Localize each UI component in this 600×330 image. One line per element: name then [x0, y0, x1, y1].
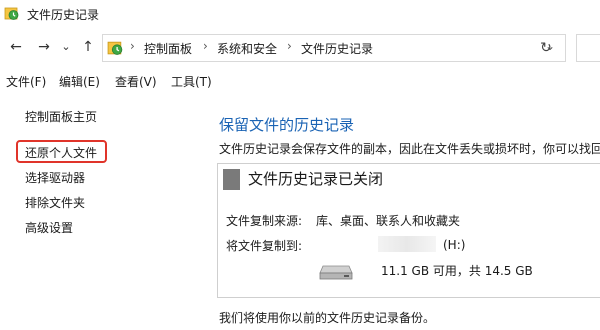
destination-label: 将文件复制到: [226, 239, 303, 253]
breadcrumb-separator[interactable]: › [203, 39, 208, 53]
sidebar-item-control-panel-home[interactable]: 控制面板主页 [25, 108, 97, 125]
navigation-bar: ← → ⌄ ↑ › 控制面板 › 系统和安全 › 文件历史记录 ⌄ ↻ [0, 29, 600, 65]
drive-name-redacted [378, 236, 436, 252]
breadcrumb-separator[interactable]: › [130, 39, 135, 53]
page-description: 文件历史记录会保存文件的副本，因此在文件丢失或损坏时，你可以找回 [219, 142, 600, 156]
breadcrumb-system-security[interactable]: 系统和安全 [217, 40, 277, 57]
menu-bar: 文件(F) 编辑(E) 查看(V) 工具(T) [0, 70, 600, 92]
sidebar-item-select-drive[interactable]: 选择驱动器 [25, 169, 85, 186]
sidebar: 控制面板主页 还原个人文件 选择驱动器 排除文件夹 高级设置 [0, 98, 200, 330]
breadcrumb-separator[interactable]: › [287, 39, 292, 53]
address-bar[interactable]: › 控制面板 › 系统和安全 › 文件历史记录 ⌄ [102, 34, 566, 62]
drive-name: (H:) [443, 238, 466, 252]
forward-icon[interactable]: → [34, 37, 54, 57]
sidebar-item-advanced-settings[interactable]: 高级设置 [25, 219, 73, 236]
status-header: 文件历史记录已关闭 [218, 164, 600, 195]
menu-file[interactable]: 文件(F) [6, 73, 46, 90]
source-value: 库、桌面、联系人和收藏夹 [316, 214, 461, 228]
source-label: 文件复制来源: [226, 214, 303, 228]
drive-icon [319, 265, 353, 280]
menu-edit[interactable]: 编辑(E) [59, 73, 100, 90]
back-icon[interactable]: ← [6, 37, 26, 57]
breadcrumb-file-history[interactable]: 文件历史记录 [301, 40, 373, 57]
breadcrumb-control-panel[interactable]: 控制面板 [144, 40, 192, 57]
file-history-icon [4, 7, 19, 20]
search-input[interactable] [576, 34, 600, 62]
sidebar-item-exclude-folders[interactable]: 排除文件夹 [25, 194, 85, 211]
window-title: 文件历史记录 [27, 8, 100, 22]
status-bar-icon [223, 169, 240, 190]
main-content: 保留文件的历史记录 文件历史记录会保存文件的副本，因此在文件丢失或损坏时，你可以… [200, 98, 600, 330]
up-icon[interactable]: ↑ [78, 37, 98, 57]
refresh-icon[interactable]: ↻ [536, 38, 556, 58]
menu-tools[interactable]: 工具(T) [171, 73, 212, 90]
status-title: 文件历史记录已关闭 [248, 170, 384, 188]
backup-note: 我们将使用你以前的文件历史记录备份。 [219, 311, 436, 325]
page-title: 保留文件的历史记录 [219, 116, 355, 134]
title-bar: 文件历史记录 [0, 0, 600, 28]
drive-space: 11.1 GB 可用，共 14.5 GB [381, 264, 533, 278]
file-history-location-icon [107, 41, 123, 55]
menu-view[interactable]: 查看(V) [115, 73, 157, 90]
recent-locations-icon[interactable]: ⌄ [56, 37, 76, 57]
status-panel: 文件历史记录已关闭 文件复制来源: 库、桌面、联系人和收藏夹 将文件复制到: (… [217, 163, 600, 298]
highlight-annotation [16, 140, 107, 163]
